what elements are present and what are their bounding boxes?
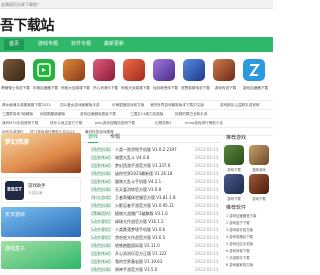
ranked-link[interactable]: 3 游戏助手官方版 — [226, 227, 253, 232]
featured-app[interactable]: 蚂蚁大战英雄下载 — [120, 55, 151, 98]
app-icon — [153, 59, 175, 81]
promo-banner[interactable]: 梦幻西游 — [1, 133, 81, 173]
app-icon — [63, 59, 85, 81]
left-banners: 梦幻西游 BBST 游戏助手 手游加速 天天游戏 游戏盒子 — [0, 131, 82, 271]
top-notice-bar: 友情网页分享下载啦！ — [0, 0, 273, 9]
main-nav: 首页 游戏专题 软件专题 最新更新 — [0, 37, 273, 52]
promo-banner[interactable]: 天天游戏 — [1, 207, 81, 237]
right-sidebar: 推荐游戏 游戏下载 猫咪游戏 游戏下载 游戏下载 推荐软件 1 游戏加速器官方版… — [222, 131, 273, 271]
banner-title: 游戏盒子 — [5, 246, 26, 252]
keyword-link[interactable]: plan游戏攻略站官网下载 — [95, 119, 135, 127]
nav-software-topics[interactable]: 软件专题 — [66, 39, 96, 50]
featured-apps: 黑暗骑士传说下载 闪电加速器下载 蚂蚁大战英雄下载 开心消消乐下载 蚂蚁大战英雄… — [0, 55, 273, 98]
list-tabs: 游戏 专题 — [84, 131, 220, 143]
featured-app[interactable]: 开心消消乐下载 — [90, 55, 121, 98]
game-icon[interactable] — [249, 145, 269, 165]
app-name: 开心消消乐下载 — [92, 86, 119, 90]
keyword-link[interactable]: 游戏新区公益服手游官网 — [220, 101, 260, 109]
site-header: 吾下载站 — [0, 9, 273, 37]
app-name: 狂野英雄传说下载 — [181, 86, 210, 90]
app-icon: BBST — [5, 181, 24, 200]
keyword-link[interactable]: 三国志14威力加强版 — [130, 110, 163, 118]
keyword-link[interactable]: 乐萌狐狸游戏官方版 — [112, 101, 144, 109]
game-name[interactable]: 游戏下载 — [247, 196, 271, 201]
keyword-link[interactable]: 我的世界游戏最新版本下载中文版 — [150, 101, 204, 109]
game-icon[interactable] — [224, 174, 244, 194]
promo-banner[interactable]: BBST 游戏助手 手游加速 — [1, 177, 81, 203]
game-name[interactable]: 游戏下载 — [222, 196, 246, 201]
keyword-link[interactable]: 我叫MT4手游官网下载 — [2, 119, 38, 127]
app-name: 游戏加速器下载 — [242, 86, 269, 90]
featured-app[interactable]: 蚂蚁大战英雄下载 — [60, 55, 91, 98]
keyword-link[interactable]: 快乐斗地主官方下载 — [50, 119, 82, 127]
news-title[interactable]: 原神手游官方版 V3.5.0 — [115, 265, 193, 275]
keyword-link[interactable]: 妖精的尾巴全新手游 — [175, 110, 207, 118]
news-category[interactable]: 【角色扮演】 — [89, 265, 113, 275]
news-date: 2023-03-13 — [195, 267, 219, 272]
link-row: 倩女幽魂手游渠道服下载2022 四么爱女游戏破解版手游 乐萌狐狸游戏官方版 我的… — [0, 100, 273, 109]
app-name: 游戏传说下载 — [214, 86, 237, 90]
banner-title: 梦幻西游 — [5, 139, 30, 146]
keyword-link[interactable]: 幻想战争2 — [155, 119, 172, 127]
keyword-link[interactable]: 倩女幽魂手游渠道服下载2022 — [2, 101, 51, 109]
keyword-link[interactable]: 游戏加速器免费版下载 — [80, 110, 116, 118]
app-icon — [33, 59, 55, 81]
keyword-link[interactable]: 地铁跑酷破解版 — [40, 110, 65, 118]
latest-list-panel: 游戏 专题 【角色扮演】 人类一败涂地手机版 V1.0.2.2197 2023-03… — [84, 131, 220, 272]
app-name: 蚂蚁大战英雄下载 — [121, 86, 150, 90]
game-icon[interactable] — [249, 174, 269, 194]
sidebar-title: 推荐游戏 — [226, 135, 247, 141]
link-row: 三国群英传7破解版 地铁跑酷破解版 游戏加速器免费版下载 三国志14威力加强版 … — [0, 109, 273, 118]
news-row[interactable]: 【角色扮演】 原神手游官方版 V3.5.0 2023-03-13 — [84, 265, 220, 275]
ranked-link[interactable]: 1 游戏加速器官方版 — [226, 213, 256, 218]
featured-app[interactable]: 闪电加速器下载 — [30, 55, 61, 98]
ranked-link[interactable]: 7 手游助手下载 — [226, 255, 250, 260]
site-logo[interactable]: 吾下载站 — [0, 15, 55, 35]
ranked-link[interactable]: 5 游戏社区手机版 — [226, 241, 253, 246]
featured-app[interactable]: 黑暗骑士传说下载 — [0, 55, 31, 98]
banner-title: 天天游戏 — [5, 212, 26, 218]
featured-app[interactable]: 狂野英雄传说下载 — [180, 55, 211, 98]
sidebar-title: 推荐软件 — [226, 205, 247, 211]
ranked-link[interactable]: 6 游戏商城下载 — [226, 248, 250, 253]
banner-subtitle: 手游加速 — [28, 191, 43, 195]
app-icon — [243, 59, 265, 81]
app-icon — [93, 59, 115, 81]
top-notice-text: 友情网页分享下载啦！ — [1, 2, 41, 7]
keyword-link[interactable]: 三国群英传7破解版 — [2, 110, 33, 118]
game-name[interactable]: 游戏下载 — [222, 167, 246, 172]
ranked-link[interactable]: 8 游戏管家官方版 — [226, 262, 253, 267]
banner-title: 游戏助手 — [28, 184, 46, 189]
featured-app[interactable]: 游戏传说下载 — [210, 55, 241, 98]
game-icon[interactable] — [224, 145, 244, 165]
featured-app[interactable]: 仙剑奇侠传下载 — [150, 55, 181, 98]
app-name: 仙剑奇侠传下载 — [152, 86, 179, 90]
keyword-link[interactable]: 四么爱女游戏破解版手游 — [60, 101, 100, 109]
ranked-link[interactable]: 2 游戏盒子下载 — [226, 220, 250, 225]
game-name[interactable]: 猫咪游戏 — [247, 167, 271, 172]
app-icon — [123, 59, 145, 81]
nav-game-topics[interactable]: 游戏专题 — [33, 39, 63, 50]
nav-home[interactable]: 首页 — [4, 39, 25, 50]
app-icon — [3, 59, 25, 81]
app-name: 黑暗骑士传说下载 — [1, 86, 30, 90]
app-icon — [213, 59, 235, 81]
app-icon — [183, 59, 205, 81]
tab-games[interactable]: 游戏 — [88, 133, 99, 143]
link-row: 我叫MT4手游官网下载 快乐斗地主官方下载 plan游戏攻略站官网下载 幻想战争… — [0, 118, 273, 127]
app-name: 蚂蚁大战英雄下载 — [61, 86, 90, 90]
ranked-link[interactable]: 4 游戏攻略站下载 — [226, 234, 253, 239]
app-name: 闪电加速器下载 — [32, 86, 59, 90]
nav-latest-updates[interactable]: 最新更新 — [99, 39, 129, 50]
promo-banner[interactable]: 游戏盒子 — [1, 241, 81, 269]
featured-app[interactable]: 游戏加速器下载 — [240, 55, 271, 98]
tab-topics[interactable]: 专题 — [110, 133, 120, 140]
keyword-link[interactable]: mmo游戏排行榜前十名 — [185, 119, 223, 127]
